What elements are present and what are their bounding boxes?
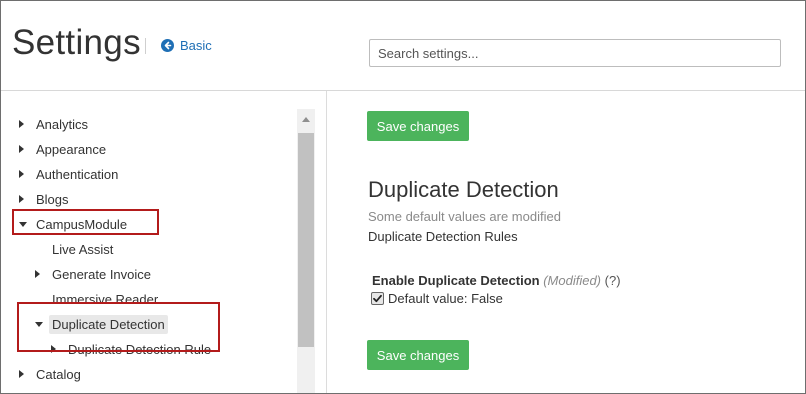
tree-item-label: Duplicate Detection Rule: [68, 341, 212, 357]
caret-down-icon[interactable]: [35, 321, 49, 327]
check-icon: [373, 294, 382, 303]
tree-item-label: Live Assist: [52, 241, 114, 257]
arrow-left-circle-icon: [161, 39, 174, 52]
tree-item-label: Analytics: [36, 116, 89, 132]
settings-tree: Analytics Appearance Authentication Blog…: [1, 91, 297, 393]
scrollbar-thumb[interactable]: [298, 133, 314, 347]
tree-item-blogs[interactable]: Blogs: [19, 188, 72, 210]
settings-window: Settings Basic Analytics Appearance: [0, 0, 806, 394]
save-changes-button-top[interactable]: Save changes: [367, 111, 469, 141]
setting-label: Enable Duplicate Detection: [372, 273, 540, 288]
caret-right-icon[interactable]: [19, 370, 33, 378]
caret-right-icon[interactable]: [35, 270, 49, 278]
enable-duplicate-detection-checkbox[interactable]: [371, 292, 384, 305]
caret-down-icon[interactable]: [19, 221, 33, 227]
default-value-text: Default value: False: [388, 291, 503, 306]
scroll-up-arrow-icon[interactable]: [297, 109, 315, 129]
setting-enable-duplicate-detection: Enable Duplicate Detection (Modified) (?…: [372, 273, 621, 288]
tree-item-label: CampusModule: [36, 216, 128, 232]
tree-item-immersive-reader[interactable]: Immersive Reader: [49, 288, 161, 310]
caret-right-icon[interactable]: [51, 345, 65, 353]
tree-item-appearance[interactable]: Appearance: [19, 138, 109, 160]
page-title: Settings: [12, 23, 141, 62]
caret-right-icon[interactable]: [19, 195, 33, 203]
tree-item-label: Duplicate Detection: [49, 314, 168, 334]
tree-item-duplicate-detection-rule[interactable]: Duplicate Detection Rule: [51, 338, 214, 360]
setting-checkbox-row: Default value: False: [371, 291, 503, 306]
tree-item-analytics[interactable]: Analytics: [19, 113, 91, 135]
header: Settings Basic: [1, 1, 805, 91]
section-rules-link[interactable]: Duplicate Detection Rules: [368, 229, 518, 244]
tree-item-duplicate-detection[interactable]: Duplicate Detection: [35, 313, 168, 335]
save-changes-button-bottom[interactable]: Save changes: [367, 340, 469, 370]
tree-item-catalog[interactable]: Catalog: [19, 363, 84, 385]
tree-item-label: Catalog: [36, 366, 81, 382]
section-subtitle: Some default values are modified: [368, 209, 561, 224]
panel-divider: [326, 91, 327, 393]
caret-right-icon[interactable]: [19, 145, 33, 153]
tree-item-label: Blogs: [36, 191, 69, 207]
caret-right-icon[interactable]: [19, 120, 33, 128]
tree-item-live-assist[interactable]: Live Assist: [49, 238, 116, 260]
tree-item-authentication[interactable]: Authentication: [19, 163, 121, 185]
tree-item-label: Authentication: [36, 166, 119, 182]
section-title: Duplicate Detection: [368, 177, 559, 202]
modified-badge: (Modified): [543, 273, 602, 288]
tree-item-label: Generate Invoice: [52, 266, 152, 282]
tree-item-label: Appearance: [36, 141, 107, 157]
title-divider: [145, 38, 146, 54]
tree-item-campusmodule[interactable]: CampusModule: [19, 213, 130, 235]
sidebar: Analytics Appearance Authentication Blog…: [1, 91, 319, 393]
basic-link-label: Basic: [180, 38, 212, 53]
tree-item-label: Immersive Reader: [52, 291, 159, 307]
help-icon[interactable]: (?): [605, 273, 621, 288]
basic-link[interactable]: Basic: [161, 38, 212, 53]
tree-item-generate-invoice[interactable]: Generate Invoice: [35, 263, 154, 285]
search-input[interactable]: [369, 39, 781, 67]
caret-right-icon[interactable]: [19, 170, 33, 178]
